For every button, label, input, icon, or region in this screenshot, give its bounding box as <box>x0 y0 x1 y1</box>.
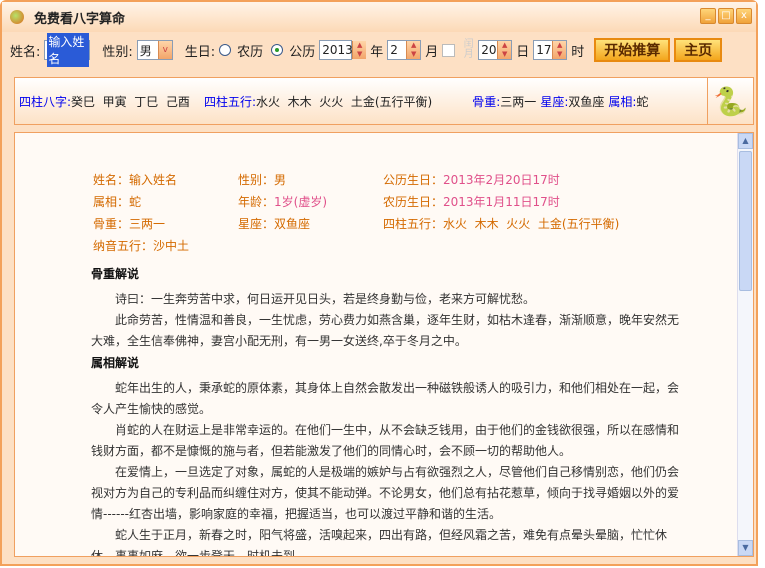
bazi-label: 四柱八字: <box>19 94 72 109</box>
hour-unit: 时 <box>571 44 585 60</box>
vertical-scrollbar[interactable]: ▲ ▼ <box>737 133 753 556</box>
gender-label: 性别: <box>102 44 133 60</box>
birth-label: 生日: <box>184 44 216 60</box>
paragraph: 此命劳苦，性情温和善良，一生忧虑，劳心费力如燕含巢，逐年生财，如枯木逢春，渐渐顺… <box>91 313 680 348</box>
detail-gu: 骨重：三两一 <box>93 217 166 231</box>
close-button[interactable]: x <box>736 8 752 24</box>
paragraph: 蛇人生于正月，新春之时，阳气将盛，活嗅起来，四出有路，但经风霜之苦，难免有点晕头… <box>91 528 668 557</box>
day-stepper[interactable]: 20 ▲ ▼ <box>478 40 513 60</box>
wuxing-label: 四柱五行: <box>203 94 256 109</box>
lunar-label: 农历 <box>237 44 264 60</box>
section-title-gu: 骨重解说 <box>91 267 140 281</box>
age-value: 1岁(虚岁) <box>274 195 328 209</box>
star-label: 星座: <box>540 94 569 109</box>
name-label: 姓名: <box>10 44 41 60</box>
year-unit: 年 <box>370 44 384 60</box>
solar-birth-label: 公历生日： <box>383 173 444 187</box>
minimize-button[interactable]: _ <box>700 8 716 24</box>
gender-value: 男 <box>139 43 152 58</box>
lunar-radio[interactable] <box>219 44 232 56</box>
zodiac-label: 属相: <box>608 94 637 109</box>
maximize-button[interactable]: □ <box>718 8 734 24</box>
day-value: 20 <box>481 43 497 57</box>
paragraph: 肖蛇的人在财运上是非常幸运的。在他们一生中，从不会缺乏钱用，由于他们的金钱欲很强… <box>91 423 680 458</box>
detail-wuxing: 四柱五行：水火 木木 火火 土金(五行平衡) <box>383 213 619 235</box>
age-label: 年龄： <box>238 195 275 209</box>
hour-spin-icon[interactable]: ▲ ▼ <box>552 41 567 59</box>
detail-age: 年龄：1岁(虚岁) <box>238 191 327 213</box>
year-stepper[interactable]: 2013 <box>319 40 353 60</box>
scroll-up-icon[interactable]: ▲ <box>738 133 753 149</box>
home-button[interactable]: 主页 <box>674 38 723 62</box>
paragraph: 蛇年出生的人，秉承蛇的原体素，其身体上自然会散发出一种磁铁般诱人的吸引力，和他们… <box>91 381 680 416</box>
scroll-down-icon[interactable]: ▼ <box>738 540 753 556</box>
snake-zodiac-icon: 🐍 <box>707 78 753 124</box>
solar-birth-value: 2013年2月20日17时 <box>443 173 560 187</box>
app-window: 免费看八字算命 _ □ x 姓名: 输入姓名 性别: 男v 生日: 农历 公历 … <box>0 0 758 566</box>
app-logo-icon <box>10 10 24 24</box>
month-stepper[interactable]: 2 ▲ ▼ <box>387 40 422 60</box>
title-bar: 免费看八字算命 _ □ x <box>2 2 756 32</box>
gender-select[interactable]: 男v <box>136 40 173 60</box>
result-panel: 姓名：输入姓名 性别：男 公历生日：2013年2月20日17时 属相：蛇 年龄：… <box>14 132 754 557</box>
bazi-value: 癸巳 甲寅 丁巳 己酉 <box>71 94 190 109</box>
detail-solar: 公历生日：2013年2月20日17时 <box>383 169 560 191</box>
gu-value: 三两一 <box>500 94 537 109</box>
detail-zodiac: 属相：蛇 <box>93 195 142 209</box>
gu-label: 骨重: <box>472 94 501 109</box>
hour-value: 17 <box>536 43 552 57</box>
wuxing-value: 水火 木木 火火 土金(五行平衡) <box>255 94 433 109</box>
window-title: 免费看八字算命 <box>34 11 126 27</box>
zodiac-value: 蛇 <box>636 94 649 109</box>
chevron-down-icon[interactable]: v <box>157 41 172 59</box>
summary-panel: 四柱八字: 癸巳 甲寅 丁巳 己酉 四柱五行: 水火 木木 火火 土金(五行平衡) … <box>14 77 754 125</box>
section-title-zodiac: 属相解说 <box>91 356 140 370</box>
paragraph: 在爱情上，一旦选定了对象，属蛇的人是极端的嫉妒与占有欲强烈之人，尽管他们自己移情… <box>91 465 680 521</box>
year-value: 2013 <box>322 43 353 57</box>
detail-gender: 性别：男 <box>238 173 287 187</box>
month-unit: 月 <box>425 44 439 60</box>
wuxing-detail-value: 水火 木木 火火 土金(五行平衡) <box>443 217 620 231</box>
detail-star: 星座：双鱼座 <box>238 217 311 231</box>
toolbar: 姓名: 输入姓名 性别: 男v 生日: 农历 公历 2013 ▲ ▼ 年 2 ▲ ▼ 月… <box>10 33 752 67</box>
solar-label: 公历 <box>289 44 316 60</box>
lunar-birth-value: 2013年1月11日17时 <box>443 195 560 209</box>
star-value: 双鱼座 <box>568 94 605 109</box>
day-spin-icon[interactable]: ▲ ▼ <box>497 41 512 59</box>
hour-stepper[interactable]: 17 ▲ ▼ <box>533 40 568 60</box>
year-spin-icon[interactable]: ▲ ▼ <box>352 41 367 59</box>
leap-month-checkbox[interactable] <box>442 43 456 57</box>
detail-lunar: 农历生日：2013年1月11日17时 <box>383 191 560 213</box>
start-button[interactable]: 开始推算 <box>594 38 671 62</box>
paragraph: 诗曰：一生奔劳苦中求，何日运开见日头，若是终身勤与俭，老来方可解忧愁。 <box>115 292 536 306</box>
detail-nayin: 纳音五行：沙中土 <box>93 239 190 253</box>
detail-name: 姓名：输入姓名 <box>93 173 178 187</box>
scroll-thumb[interactable] <box>739 151 752 291</box>
leap-month-label: 闰月 <box>461 38 473 58</box>
name-input[interactable]: 输入姓名 <box>44 33 91 67</box>
wuxing-detail-label: 四柱五行： <box>383 217 444 231</box>
month-spin-icon[interactable]: ▲ ▼ <box>406 41 421 59</box>
month-value: 2 <box>390 43 398 57</box>
day-unit: 日 <box>516 44 530 60</box>
name-value: 输入姓名 <box>47 33 90 67</box>
solar-radio[interactable] <box>271 44 284 56</box>
lunar-birth-label: 农历生日： <box>383 195 444 209</box>
